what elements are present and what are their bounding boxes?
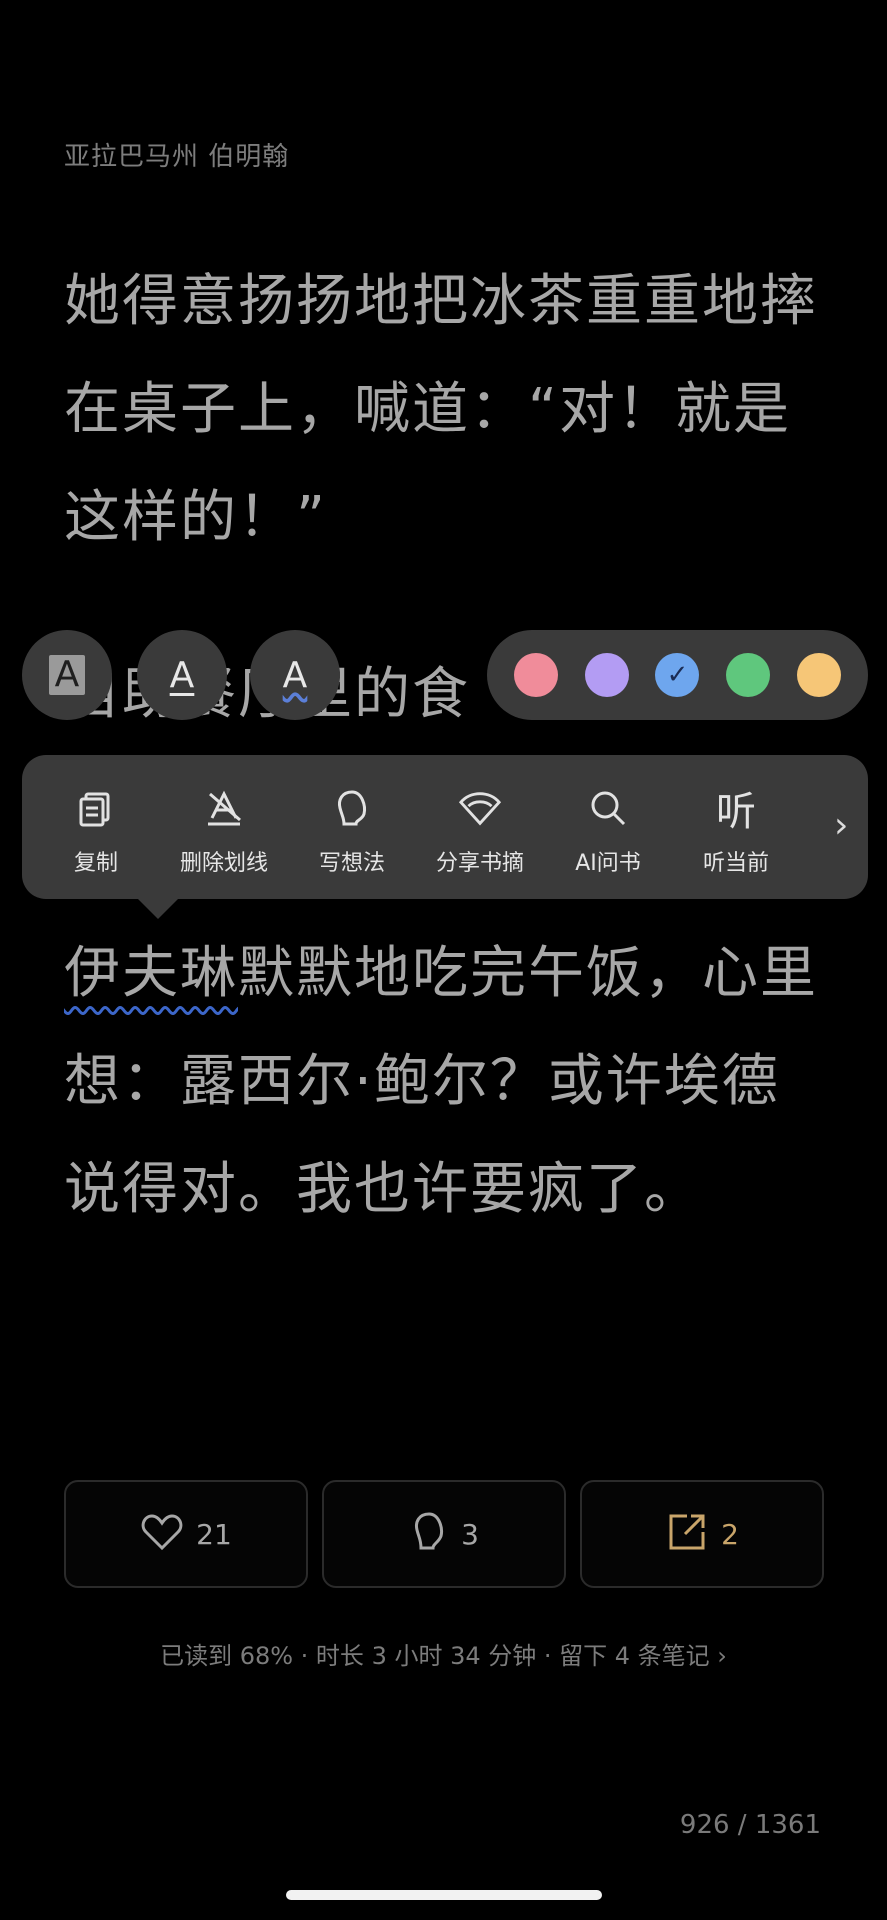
- heart-icon: [140, 1512, 184, 1556]
- page-number: 926 / 1361: [679, 1810, 821, 1840]
- comment-button[interactable]: 3: [322, 1480, 566, 1588]
- delete-underline-icon: [201, 785, 247, 831]
- menu-label: 复制: [73, 851, 118, 876]
- color-swatch-orange[interactable]: [797, 653, 842, 697]
- menu-delete-underline[interactable]: 删除划线: [160, 785, 288, 877]
- chevron-right-icon[interactable]: ›: [834, 805, 848, 846]
- selection-menu: 复制 删除划线 写想法 分享书摘 AI问书 听 听当前 ›: [22, 755, 868, 899]
- wavy-underline-style-button[interactable]: A: [250, 630, 340, 720]
- check-icon: ✓: [666, 660, 689, 690]
- listen-icon: 听: [716, 789, 756, 835]
- color-swatch-pink[interactable]: [513, 653, 558, 697]
- menu-label: 分享书摘: [435, 851, 524, 876]
- reading-status[interactable]: 已读到 68% · 时长 3 小时 34 分钟 · 留下 4 条笔记 ›: [0, 1636, 887, 1671]
- menu-label: 删除划线: [179, 851, 268, 876]
- thought-icon: [409, 1510, 449, 1558]
- underline-style-icon: A: [169, 654, 195, 696]
- share-button[interactable]: 2: [580, 1480, 824, 1588]
- color-swatch-green[interactable]: [726, 653, 771, 697]
- home-indicator[interactable]: [286, 1890, 602, 1900]
- menu-copy[interactable]: 复制: [32, 785, 160, 877]
- highlight-style-button[interactable]: A: [22, 630, 112, 720]
- color-swatch-blue[interactable]: ✓: [655, 653, 700, 697]
- color-picker: ✓: [487, 630, 868, 720]
- menu-label: AI问书: [575, 851, 641, 876]
- menu-listen-current[interactable]: 听 听当前: [672, 785, 800, 877]
- menu-write-thought[interactable]: 写想法: [288, 785, 416, 877]
- menu-pointer: [138, 899, 178, 919]
- copy-icon: [73, 785, 119, 831]
- highlight-style-icon: A: [48, 655, 86, 695]
- underlined-text[interactable]: 伊夫琳: [64, 941, 238, 1006]
- share-icon: [665, 1510, 709, 1558]
- menu-share-excerpt[interactable]: 分享书摘: [416, 785, 544, 877]
- like-count: 21: [196, 1517, 232, 1551]
- menu-ai-ask-book[interactable]: AI问书: [544, 785, 672, 877]
- color-swatch-purple[interactable]: [584, 653, 629, 697]
- underline-style-button[interactable]: A: [137, 630, 227, 720]
- chapter-title: 亚拉巴马州 伯明翰: [64, 142, 290, 172]
- paragraph-3[interactable]: 伊夫琳默默地吃完午饭，心里想：露西尔·鲍尔？或许埃德说得对。我也许要疯了。: [64, 920, 826, 1244]
- menu-label: 听当前: [702, 851, 769, 876]
- share-excerpt-icon: [457, 785, 503, 831]
- share-count: 2: [721, 1517, 739, 1551]
- comment-count: 3: [461, 1517, 479, 1551]
- menu-label: 写想法: [318, 851, 385, 876]
- thought-icon: [329, 785, 375, 831]
- wavy-underline-style-icon: A: [282, 654, 308, 696]
- like-button[interactable]: 21: [64, 1480, 308, 1588]
- search-icon: [585, 785, 631, 831]
- paragraph-1[interactable]: 她得意扬扬地把冰茶重重地摔在桌子上，喊道：“对！就是这样的！”: [64, 248, 826, 572]
